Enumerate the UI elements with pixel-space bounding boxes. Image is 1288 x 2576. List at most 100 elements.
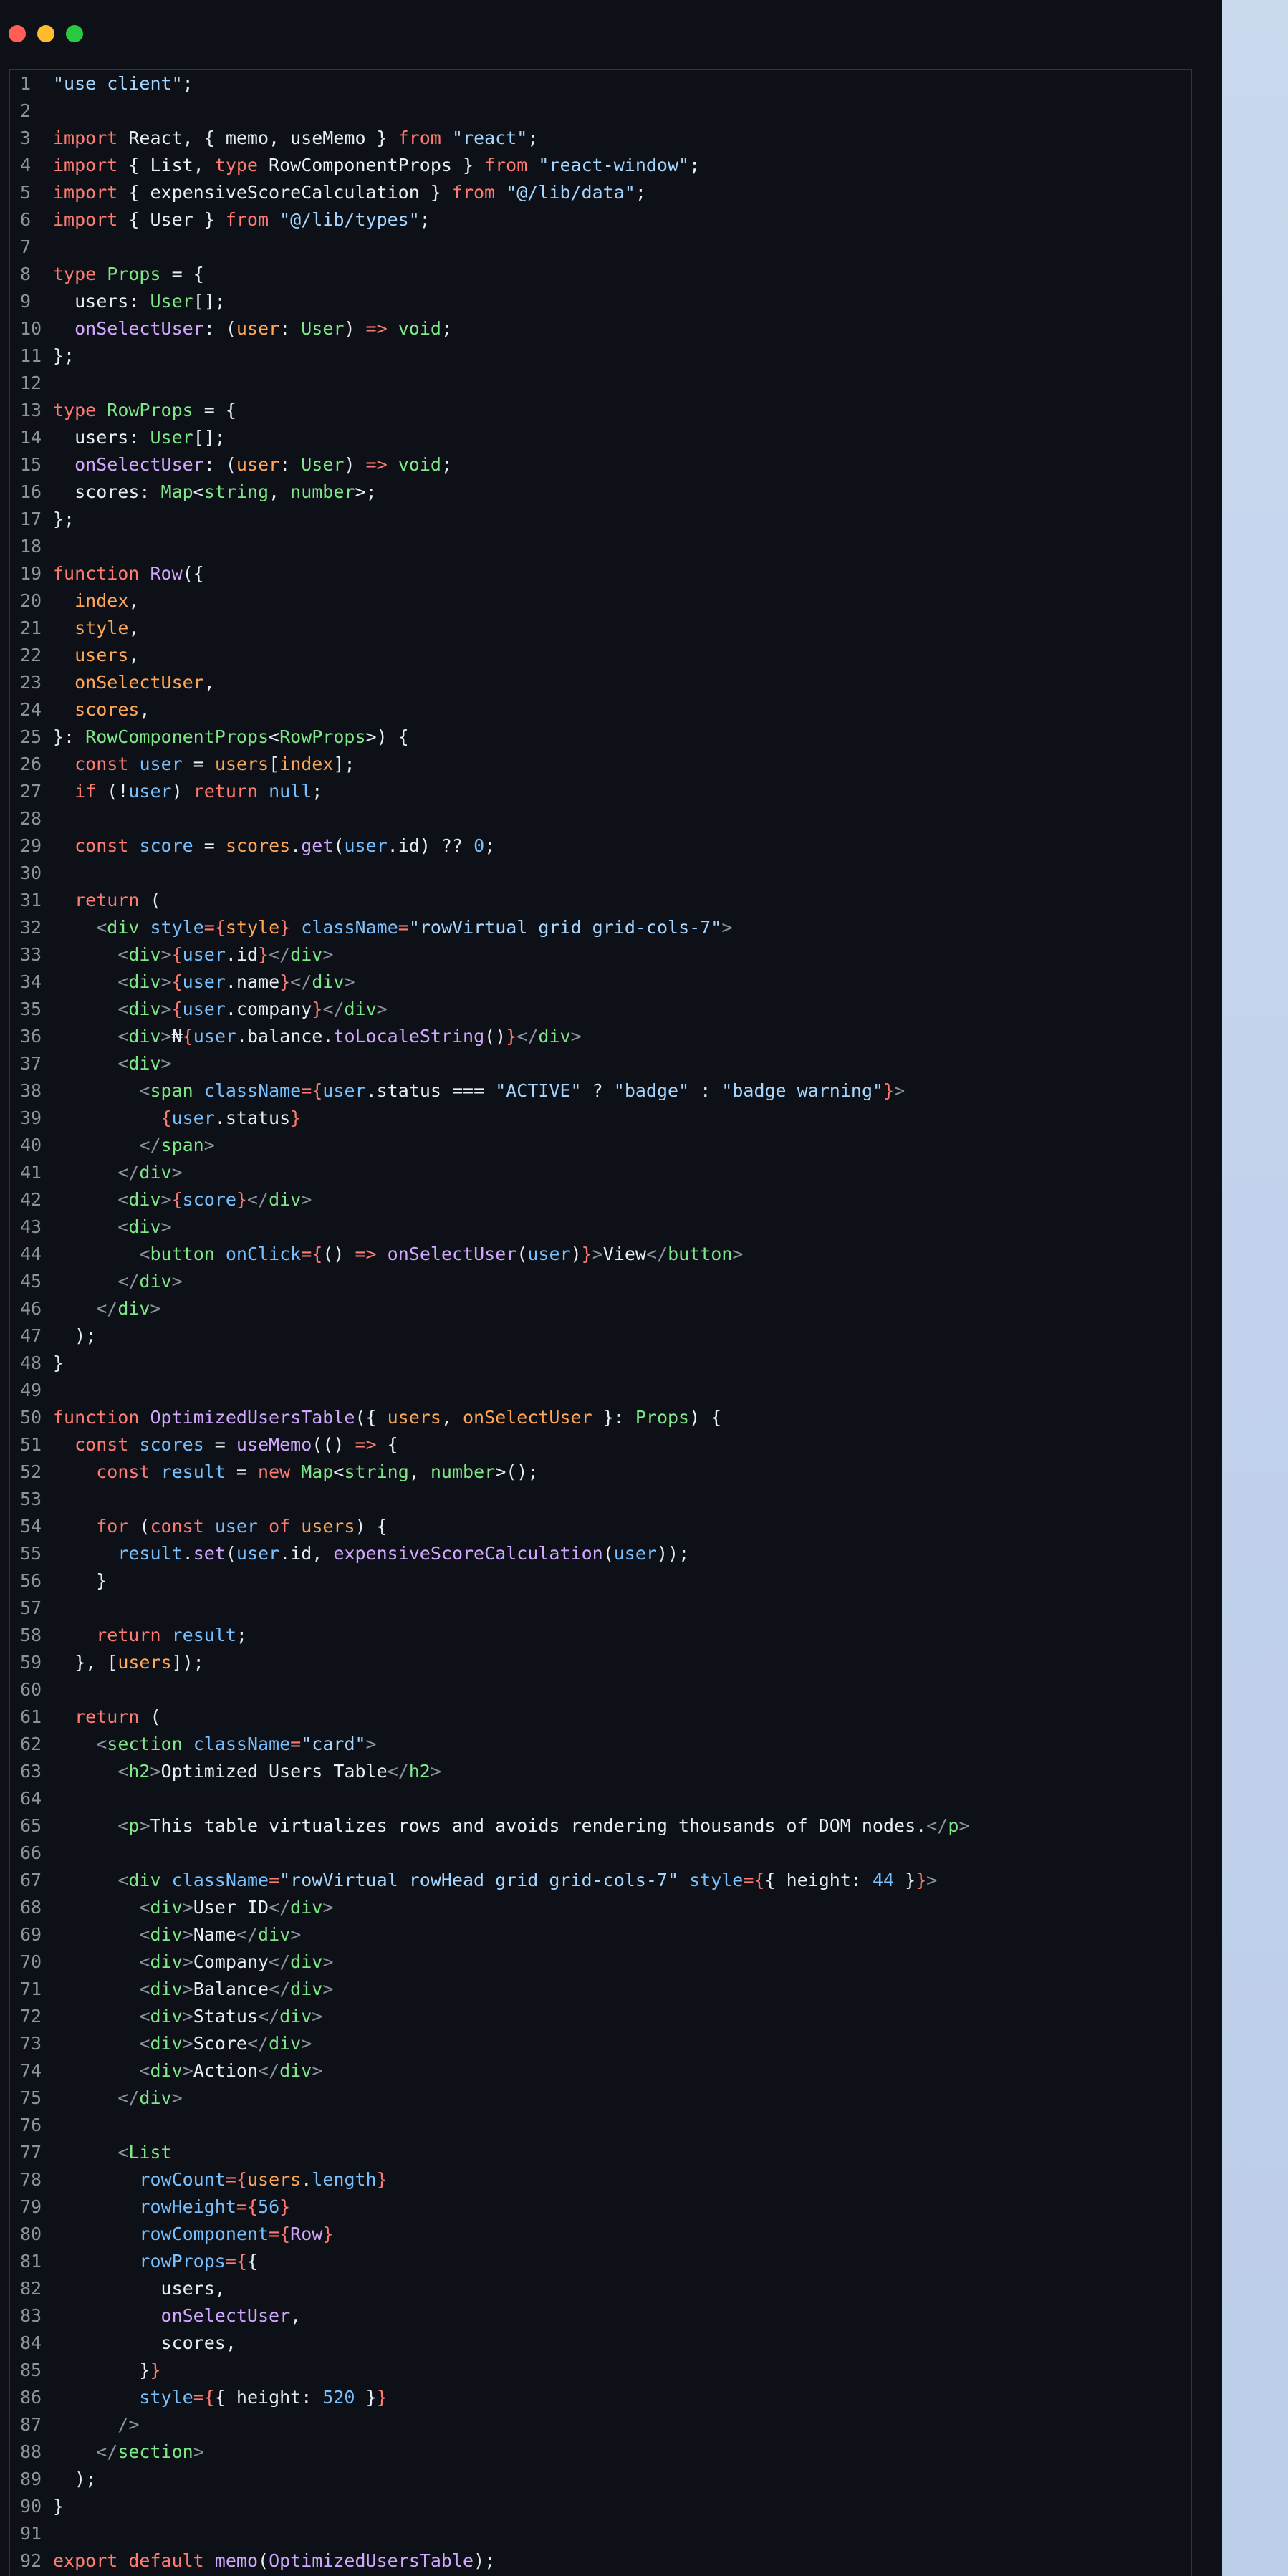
code-token: default: [128, 2550, 204, 2571]
code-token: <: [139, 1924, 150, 1945]
code-token: [];: [193, 427, 226, 448]
code-token: .: [290, 835, 302, 856]
minimize-window-button[interactable]: [37, 25, 54, 42]
code-token: "@/lib/types": [279, 209, 420, 230]
code-token: User: [301, 454, 345, 475]
code-token: div: [150, 1979, 183, 1999]
line-number: 39: [20, 1107, 42, 1128]
code-line: 91: [10, 2520, 1191, 2547]
line-number: 43: [20, 1216, 42, 1237]
code-token: set: [193, 1543, 226, 1564]
code-line: 48}: [10, 1350, 1191, 1377]
code-token: { expensiveScoreCalculation }: [117, 182, 452, 203]
code-token: users: [117, 1652, 172, 1673]
close-window-button[interactable]: [9, 25, 26, 42]
code-token: (: [333, 835, 345, 856]
code-token: div: [150, 1897, 183, 1918]
line-number: 46: [20, 1298, 42, 1319]
code-token: Props: [107, 264, 161, 284]
code-editor[interactable]: 1 "use client"; 2 3 import React, { memo, us…: [9, 69, 1192, 2576]
line-number: 25: [20, 726, 42, 747]
line-number: 27: [20, 781, 42, 802]
code-token: users,: [53, 2278, 226, 2299]
code-line: 67 <div className="rowVirtual rowHead gr…: [10, 1867, 1191, 1894]
code-token: {: [214, 917, 226, 938]
code-line: 76: [10, 2112, 1191, 2139]
code-token: div: [139, 1162, 172, 1183]
code-token: function: [53, 1407, 140, 1428]
code-token: </: [269, 1897, 291, 1918]
code-token: = {: [193, 400, 236, 420]
code-line: 89 );: [10, 2466, 1191, 2493]
code-line: 45 </div>: [10, 1268, 1191, 1295]
code-token: =: [193, 835, 226, 856]
code-token: button: [150, 1244, 215, 1264]
code-token: ,: [128, 645, 140, 665]
code-token: >: [322, 1979, 334, 1999]
code-token: (: [258, 2550, 269, 2571]
line-source: <h2>Optimized Users Table</h2>: [53, 1758, 441, 1785]
line-source: onSelectUser: (user: User) => void;: [53, 315, 452, 342]
code-token: =>: [355, 1244, 377, 1264]
code-token: div: [128, 1189, 161, 1210]
line-source: </section>: [53, 2438, 204, 2466]
code-token: if: [75, 781, 97, 802]
line-number: 89: [20, 2469, 42, 2489]
line-source: );: [53, 2466, 96, 2493]
code-token: export: [53, 2550, 118, 2571]
code-token: );: [53, 1325, 97, 1346]
code-token: style: [689, 1870, 744, 1890]
code-token: onSelectUser: [75, 454, 204, 475]
code-token: expensiveScoreCalculation: [333, 1543, 603, 1564]
code-line: 60: [10, 1676, 1191, 1703]
code-token: .company: [225, 999, 312, 1019]
code-line: 40 </span>: [10, 1132, 1191, 1159]
code-token: <: [117, 1053, 129, 1074]
line-source: if (!user) return null;: [53, 778, 322, 805]
code-token: </: [258, 2060, 280, 2081]
code-token: {: [754, 1870, 765, 1890]
code-token: Optimized Users Table: [160, 1761, 388, 1782]
code-token: h2: [128, 1761, 150, 1782]
code-token: }: [53, 1570, 107, 1591]
code-token: user: [613, 1543, 657, 1564]
line-number: 90: [20, 2496, 42, 2517]
code-token: user: [236, 454, 280, 475]
line-number: 17: [20, 509, 42, 529]
line-source: users: User[];: [53, 424, 226, 451]
code-token: .status: [214, 1107, 291, 1128]
code-token: import: [53, 155, 118, 176]
code-token: import: [53, 128, 118, 148]
code-token: </: [236, 1924, 259, 1945]
maximize-window-button[interactable]: [66, 25, 83, 42]
code-token: (): [322, 1244, 355, 1264]
code-token: {: [171, 944, 183, 965]
line-source: type Props = {: [53, 261, 204, 288]
line-number: 92: [20, 2550, 42, 2571]
code-token: }: [506, 1026, 517, 1047]
code-token: >: [732, 1244, 744, 1264]
line-number: 36: [20, 1026, 42, 1047]
code-token: type: [53, 264, 97, 284]
code-token: ,: [408, 1461, 431, 1482]
code-line: 28: [10, 805, 1191, 832]
code-line: 51 const scores = useMemo(() => {: [10, 1431, 1191, 1458]
code-token: <: [333, 1461, 345, 1482]
code-token: of: [269, 1516, 291, 1537]
line-source: />: [53, 2411, 139, 2438]
code-token: Company: [193, 1951, 269, 1972]
code-token: section: [107, 1734, 183, 1754]
code-line: 54 for (const user of users) {: [10, 1513, 1191, 1540]
code-token: </: [516, 1026, 539, 1047]
line-number: 74: [20, 2060, 42, 2081]
code-token: >: [376, 999, 388, 1019]
line-source: <div>Action</div>: [53, 2057, 322, 2085]
